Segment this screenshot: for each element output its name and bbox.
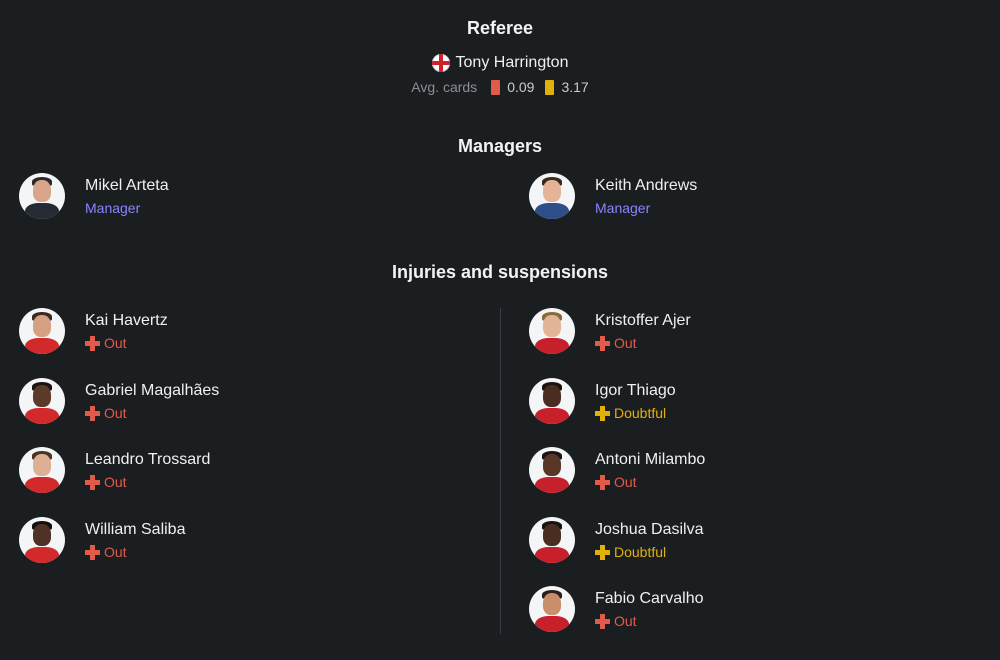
avatar (19, 173, 65, 219)
status-badge: Out (595, 613, 637, 629)
injury-row[interactable]: Igor Thiago Doubtful (529, 378, 949, 428)
injury-row[interactable]: Fabio Carvalho Out (529, 586, 949, 636)
player-name: Kristoffer Ajer (595, 312, 691, 329)
injury-cross-icon (85, 544, 100, 560)
injury-row[interactable]: Leandro Trossard Out (19, 447, 439, 497)
injury-cross-icon (85, 405, 100, 421)
manager-name: Mikel Arteta (85, 177, 169, 194)
status-label: Out (104, 474, 127, 490)
status-label: Out (614, 613, 637, 629)
status-badge: Out (595, 335, 637, 351)
referee-name: Tony Harrington (455, 54, 569, 71)
injuries-title: Injuries and suspensions (391, 262, 609, 282)
status-label: Out (104, 405, 127, 421)
status-label: Doubtful (614, 405, 667, 421)
player-name: Fabio Carvalho (595, 590, 704, 607)
injury-cross-icon (595, 474, 610, 490)
referee-cards: Avg. cards 0.09 3.17 (0, 79, 1000, 95)
avatar (19, 308, 65, 354)
manager-home[interactable]: Mikel Arteta Manager (19, 173, 439, 223)
injury-row[interactable]: Kristoffer Ajer Out (529, 308, 949, 358)
status-label: Out (614, 335, 637, 351)
manager-away[interactable]: Keith Andrews Manager (529, 173, 949, 223)
injury-cross-icon (595, 613, 610, 629)
injury-cross-icon (595, 405, 610, 421)
player-name: Joshua Dasilva (595, 521, 704, 538)
england-flag-icon (431, 54, 450, 72)
avatar (529, 308, 575, 354)
avatar (529, 447, 575, 493)
avatar (529, 378, 575, 424)
managers-title: Managers (457, 136, 543, 156)
status-badge: Out (595, 474, 637, 490)
manager-role: Manager (85, 200, 141, 216)
status-badge: Out (85, 405, 127, 421)
injury-cross-icon (85, 335, 100, 351)
status-badge: Doubtful (595, 544, 666, 560)
yellow-card-icon (545, 79, 555, 95)
yellow-card-avg: 3.17 (561, 79, 589, 95)
avatar (529, 173, 575, 219)
avatar (529, 517, 575, 563)
player-name: Kai Havertz (85, 312, 168, 329)
injury-row[interactable]: Gabriel Magalhães Out (19, 378, 439, 428)
injury-cross-icon (85, 474, 100, 490)
status-label: Out (104, 544, 127, 560)
avatar (19, 447, 65, 493)
red-card-avg: 0.09 (507, 79, 535, 95)
referee-title: Referee (466, 18, 534, 38)
referee-row[interactable]: Tony Harrington (0, 54, 1000, 72)
injury-row[interactable]: William Saliba Out (19, 517, 439, 567)
player-name: Igor Thiago (595, 382, 676, 399)
column-divider (500, 308, 501, 634)
injury-row[interactable]: Joshua Dasilva Doubtful (529, 517, 949, 567)
avg-cards-label: Avg. cards (411, 79, 478, 95)
manager-role: Manager (595, 200, 651, 216)
status-label: Out (104, 335, 127, 351)
manager-name: Keith Andrews (595, 177, 698, 194)
injury-row[interactable]: Kai Havertz Out (19, 308, 439, 358)
player-name: Gabriel Magalhães (85, 382, 220, 399)
status-badge: Out (85, 335, 127, 351)
player-name: Antoni Milambo (595, 451, 706, 468)
player-name: Leandro Trossard (85, 451, 211, 468)
status-badge: Out (85, 544, 127, 560)
avatar (19, 378, 65, 424)
status-badge: Doubtful (595, 405, 666, 421)
match-info-panel: Referee Tony Harrington Avg. cards 0.09 … (0, 0, 1000, 660)
injury-cross-icon (595, 544, 610, 560)
status-label: Out (614, 474, 637, 490)
status-badge: Out (85, 474, 127, 490)
injury-cross-icon (595, 335, 610, 351)
red-card-icon (491, 79, 501, 95)
avatar (19, 517, 65, 563)
status-label: Doubtful (614, 544, 667, 560)
avatar (529, 586, 575, 632)
player-name: William Saliba (85, 521, 186, 538)
injury-row[interactable]: Antoni Milambo Out (529, 447, 949, 497)
